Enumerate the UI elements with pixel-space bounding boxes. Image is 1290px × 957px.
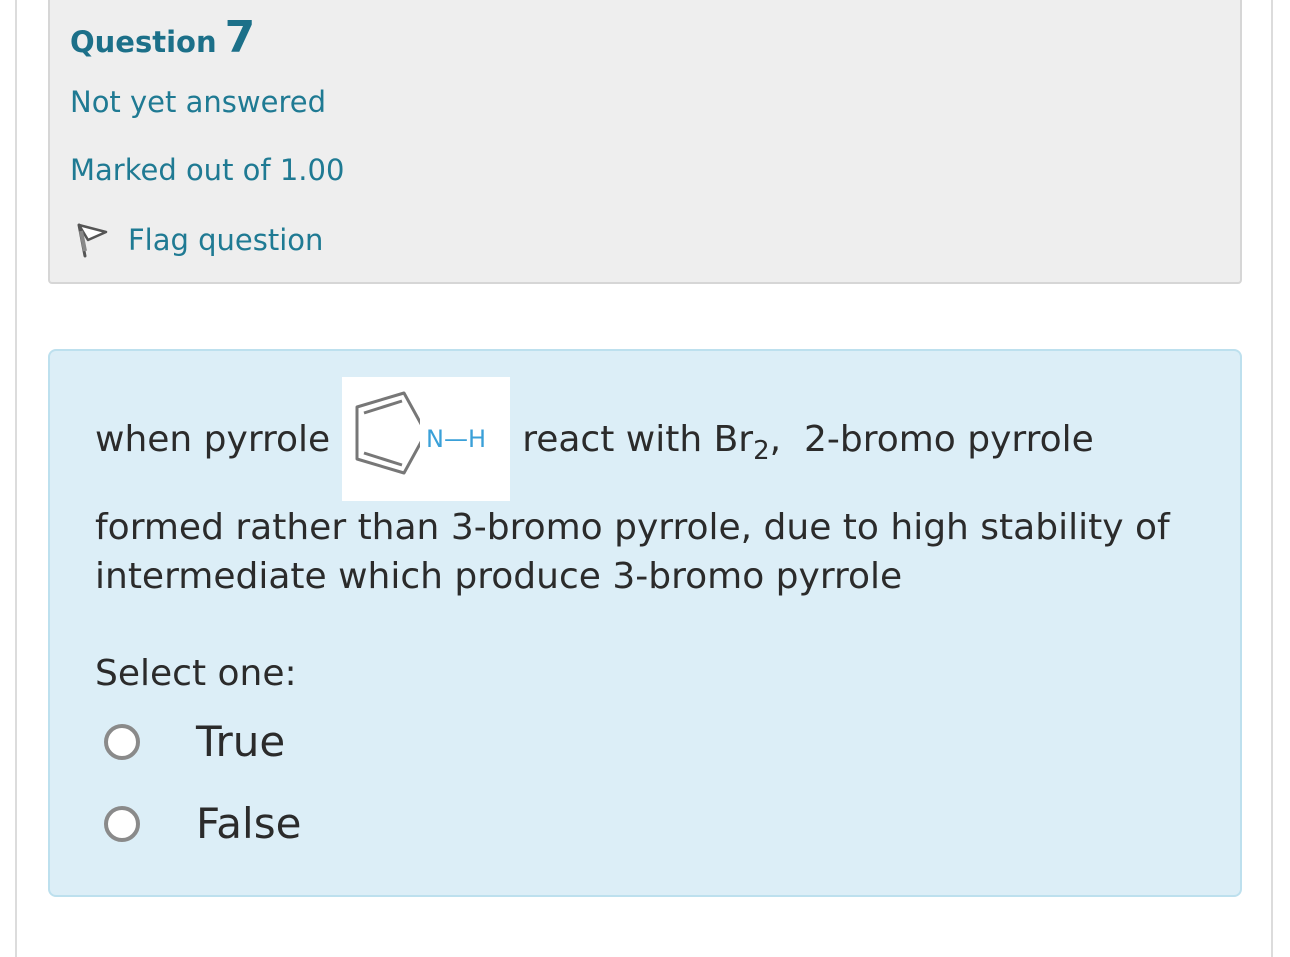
answer-option-false[interactable]: False	[104, 799, 301, 848]
question-text-line: when pyrrole N—H react with Br 2, 2-bromo…	[95, 377, 1094, 501]
answer-label-true[interactable]: True	[196, 717, 285, 766]
radio-true[interactable]	[104, 723, 140, 760]
radio-false[interactable]	[104, 805, 140, 842]
question-heading: Question 7	[70, 12, 255, 63]
question-text-middle: react with Br	[522, 418, 754, 460]
question-text-end: , 2-bromo pyrrole	[769, 418, 1094, 460]
subscript-two: 2	[753, 436, 770, 466]
flag-question-label: Flag question	[128, 223, 324, 257]
molecule-label: N—H	[426, 425, 486, 453]
select-one-prompt: Select one:	[95, 653, 297, 694]
flag-icon	[72, 218, 112, 262]
answer-option-true[interactable]: True	[104, 717, 285, 766]
question-text-start: when pyrrole	[95, 418, 331, 460]
question-grade: Marked out of 1.00	[70, 153, 345, 187]
question-number: 7	[224, 12, 256, 63]
flag-question-button[interactable]: Flag question	[72, 218, 323, 262]
question-content-panel: when pyrrole N—H react with Br 2, 2-bromo…	[48, 349, 1242, 897]
pyrrole-structure-image: N—H	[342, 377, 511, 501]
question-info-panel: Question 7 Not yet answered Marked out of…	[48, 0, 1242, 284]
question-state: Not yet answered	[70, 85, 326, 119]
question-text-paragraph: formed rather than 3-bromo pyrrole, due …	[95, 507, 1170, 597]
question-label: Question	[70, 25, 217, 59]
answer-label-false[interactable]: False	[196, 799, 301, 848]
